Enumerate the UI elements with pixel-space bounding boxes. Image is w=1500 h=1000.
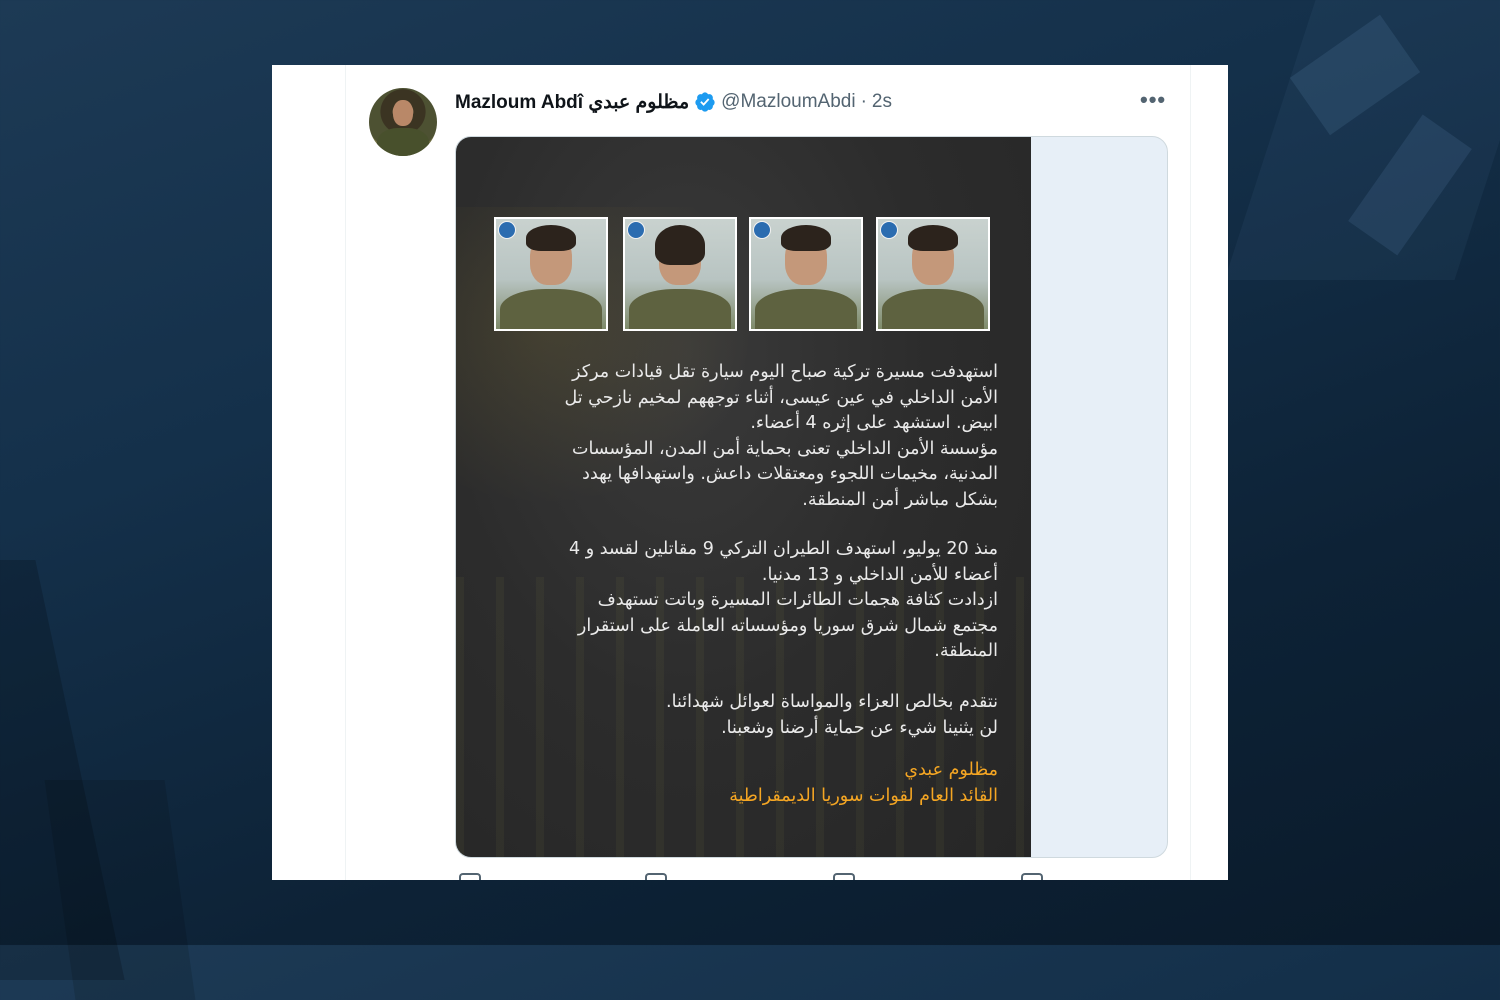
avatar-face: [393, 100, 413, 126]
portrait-hair: [781, 225, 831, 251]
text-line: بشكل مباشر أمن المنطقة.: [802, 489, 998, 510]
timeline-border-left: [345, 65, 346, 880]
portrait-photo: [749, 217, 863, 331]
portrait-row: [494, 217, 994, 331]
more-options-icon[interactable]: •••: [1140, 87, 1166, 113]
portrait-torso: [500, 289, 602, 329]
portrait-photo: [623, 217, 737, 331]
tweet-header: Mazloum Abdî مظلوم عبدي @MazloumAbdi · 2…: [455, 89, 892, 115]
like-icon[interactable]: [833, 873, 855, 880]
portrait-torso: [629, 289, 731, 329]
text-line: ازدادت كثافة هجمات الطائرات المسيرة وبات…: [597, 590, 998, 610]
text-line: لن يثنينا شيء عن حماية أرضنا وشعبنا.: [721, 717, 998, 738]
emblem-icon: [880, 221, 898, 239]
avatar-body: [377, 128, 429, 156]
text-line: استهدفت مسيرة تركية صباح اليوم سيارة تقل…: [572, 362, 998, 382]
avatar[interactable]: [369, 88, 437, 156]
text-line: منذ 20 يوليو، استهدف الطيران التركي 9 مق…: [569, 539, 998, 559]
statement-paragraph-3: نتقدم بخالص العزاء والمواساة لعوائل شهدا…: [486, 690, 998, 741]
text-line: نتقدم بخالص العزاء والمواساة لعوائل شهدا…: [666, 692, 998, 712]
retweet-icon[interactable]: [645, 873, 667, 880]
text-line: أعضاء للأمن الداخلي و 13 مدنيا.: [761, 564, 998, 585]
share-icon[interactable]: [1021, 873, 1043, 880]
emblem-icon: [498, 221, 516, 239]
text-line: الأمن الداخلي في عين عيسى، أثناء توجههم …: [564, 387, 998, 408]
statement-paragraph-1: استهدفت مسيرة تركية صباح اليوم سيارة تقل…: [486, 360, 998, 513]
portrait-photo: [876, 217, 990, 331]
signature: مظلوم عبدي القائد العام لقوات سوريا الدي…: [486, 757, 998, 809]
text-line: المدنية، مخيمات اللجوء ومعتقلات داعش. وا…: [582, 464, 998, 484]
portrait-torso: [755, 289, 857, 329]
emblem-icon: [753, 221, 771, 239]
poster-image: استهدفت مسيرة تركية صباح اليوم سيارة تقل…: [456, 137, 1031, 857]
portrait-hair: [526, 225, 576, 251]
text-line: مجتمع شمال شرق سوريا ومؤسساته العاملة عل…: [577, 615, 998, 636]
display-name[interactable]: Mazloum Abdî مظلوم عبدي: [455, 91, 689, 114]
signature-name: مظلوم عبدي: [904, 760, 998, 780]
portrait-torso: [882, 289, 984, 329]
reply-icon[interactable]: [459, 873, 481, 880]
signature-title: القائد العام لقوات سوريا الديمقراطية: [729, 786, 998, 806]
portrait-photo: [494, 217, 608, 331]
separator-dot: ·: [860, 91, 867, 112]
timeline-border-right: [1190, 65, 1191, 880]
text-line: مؤسسة الأمن الداخلي تعنى بحماية أمن المد…: [571, 438, 998, 459]
verified-badge-icon: [695, 92, 715, 112]
handle[interactable]: @MazloumAbdi: [721, 91, 855, 113]
text-line: ابيض. استشهد على إثره 4 أعضاء.: [750, 413, 998, 433]
portrait-hair: [908, 225, 958, 251]
text-line: المنطقة.: [934, 641, 998, 661]
tweet-media[interactable]: استهدفت مسيرة تركية صباح اليوم سيارة تقل…: [455, 136, 1168, 858]
timestamp[interactable]: 2s: [872, 91, 892, 113]
statement-paragraph-2: منذ 20 يوليو، استهدف الطيران التركي 9 مق…: [486, 537, 998, 665]
emblem-icon: [627, 221, 645, 239]
tweet-action-bar: [455, 873, 1166, 880]
portrait-hair: [655, 225, 705, 265]
tweet-screenshot: Mazloum Abdî مظلوم عبدي @MazloumAbdi · 2…: [272, 65, 1228, 880]
